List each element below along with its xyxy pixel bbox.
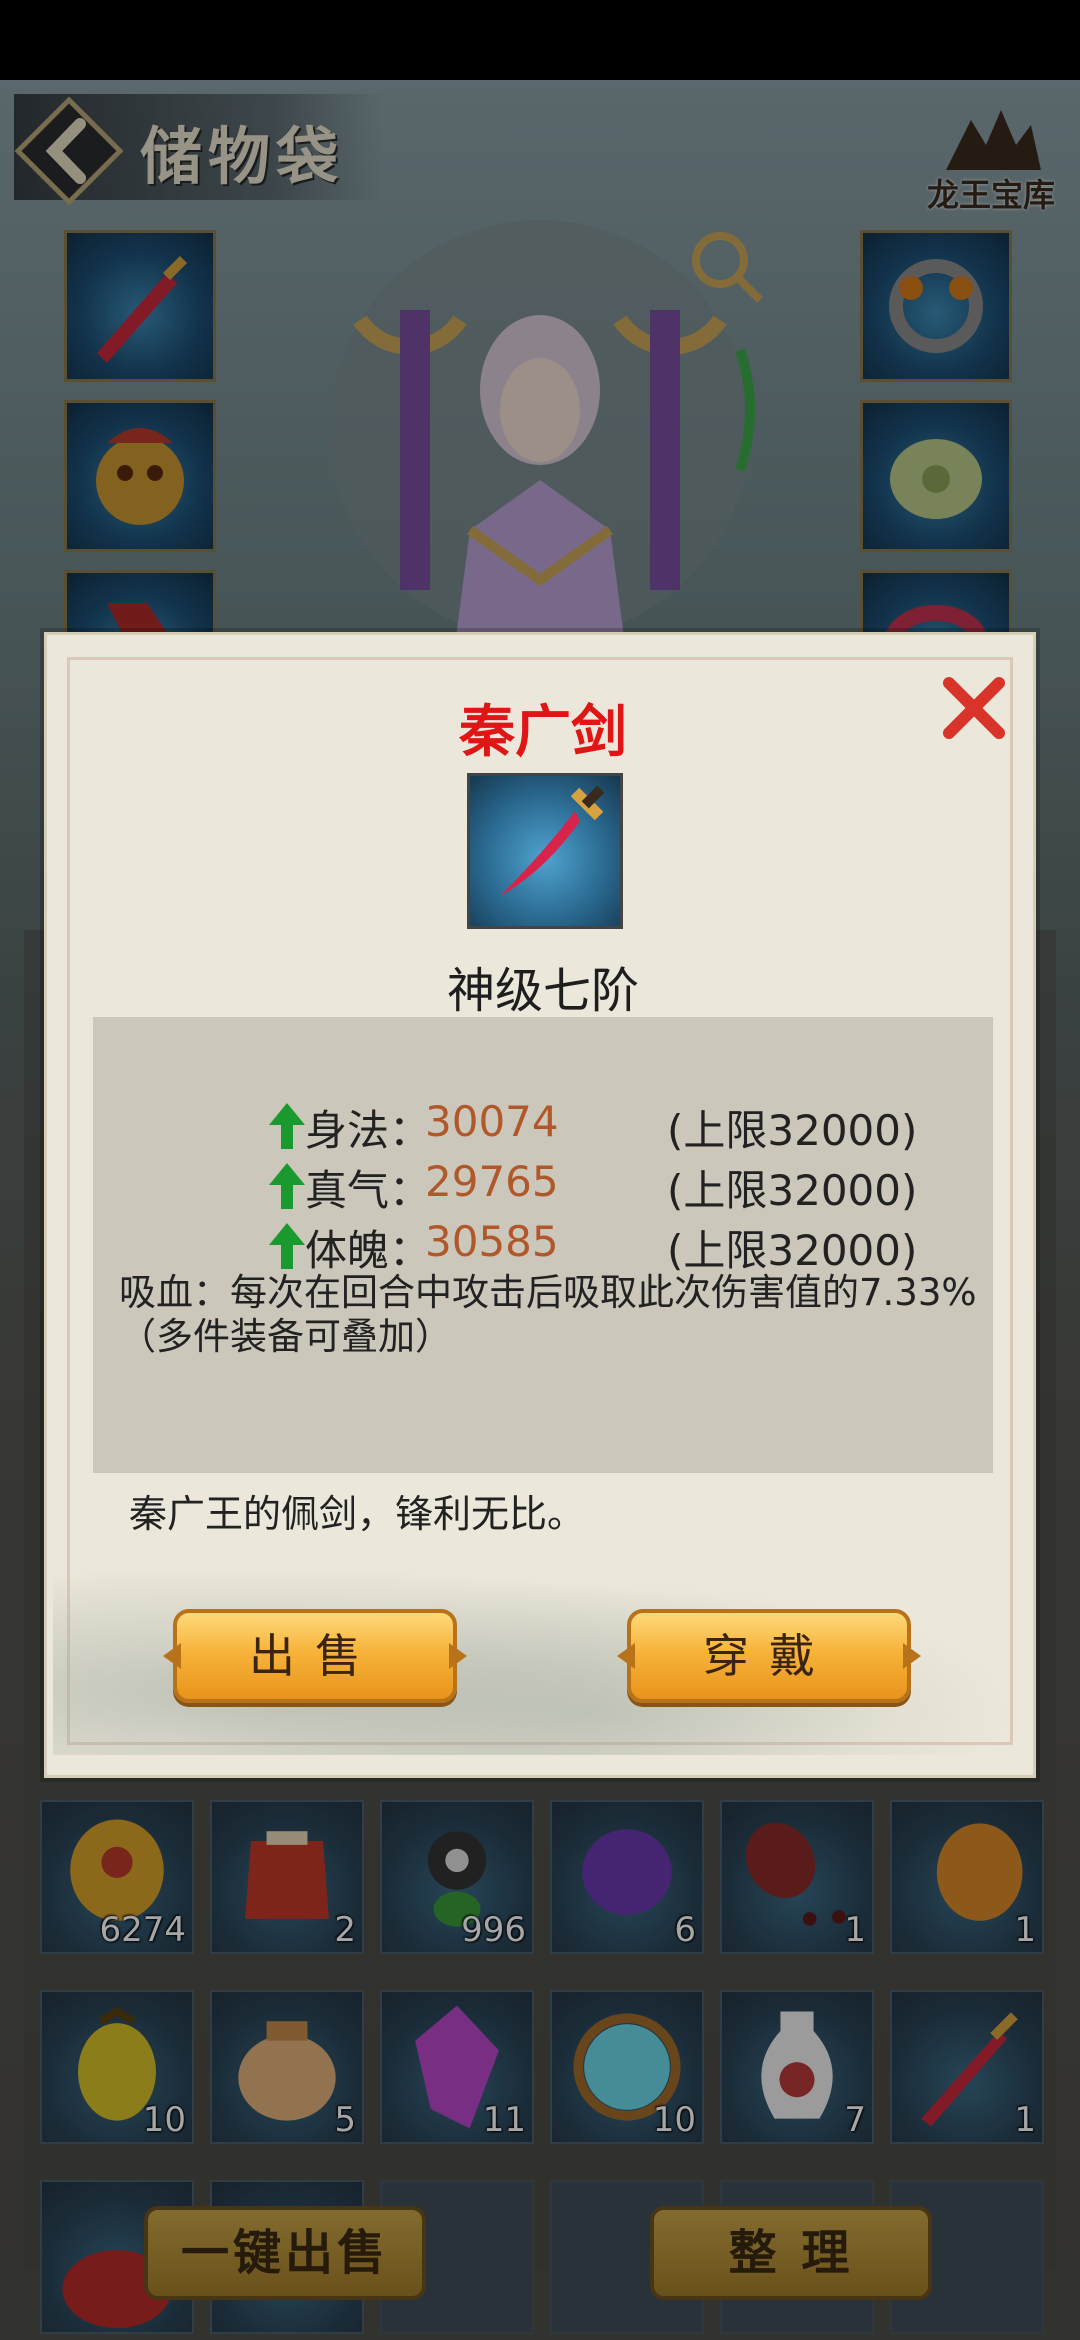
stat-name: 身法： [305, 1106, 432, 1155]
stat-cap: (上限32000) [667, 1166, 918, 1215]
effect-note: （多件装备可叠加） [119, 1315, 452, 1358]
stat-cap: (上限32000) [667, 1226, 918, 1275]
effect-text: 吸血：每次在回合中攻击后吸取此次伤害值的7.33% [119, 1271, 977, 1314]
item-grade: 神级七阶 [446, 963, 639, 1019]
status-bar [0, 0, 1080, 80]
equip-button[interactable]: 穿戴 [627, 1609, 911, 1703]
item-detail-dialog: 秦广剑 神级七阶 身法： 30074 (上限32000) 真气： 29765 (… [44, 632, 1036, 1778]
arrow-up-icon [269, 1163, 305, 1209]
stat-value: 29765 [425, 1157, 559, 1206]
sell-button[interactable]: 出售 [173, 1609, 457, 1703]
stat-value: 30585 [425, 1217, 559, 1266]
stats-panel: 身法： 30074 (上限32000) 真气： 29765 (上限32000) … [93, 1017, 993, 1473]
stat-value: 30074 [425, 1097, 559, 1146]
close-icon [943, 677, 1005, 739]
item-name: 秦广剑 [459, 700, 627, 765]
close-button[interactable] [939, 673, 1009, 743]
stat-row: 体魄： 30585 (上限32000) [93, 1217, 993, 1275]
stat-row: 身法： 30074 (上限32000) [93, 1097, 993, 1155]
arrow-up-icon [269, 1103, 305, 1149]
stat-name: 真气： [305, 1166, 432, 1215]
stat-cap: (上限32000) [667, 1106, 918, 1155]
stat-name: 体魄： [305, 1226, 432, 1275]
arrow-up-icon [269, 1223, 305, 1269]
item-description: 秦广王的佩剑，锋利无比。 [129, 1492, 586, 1536]
sword-icon [500, 785, 605, 896]
special-effect: 吸血：每次在回合中攻击后吸取此次伤害值的7.33% （多件装备可叠加） [119, 1271, 979, 1359]
item-image [467, 773, 623, 929]
stat-row: 真气： 29765 (上限32000) [93, 1157, 993, 1215]
